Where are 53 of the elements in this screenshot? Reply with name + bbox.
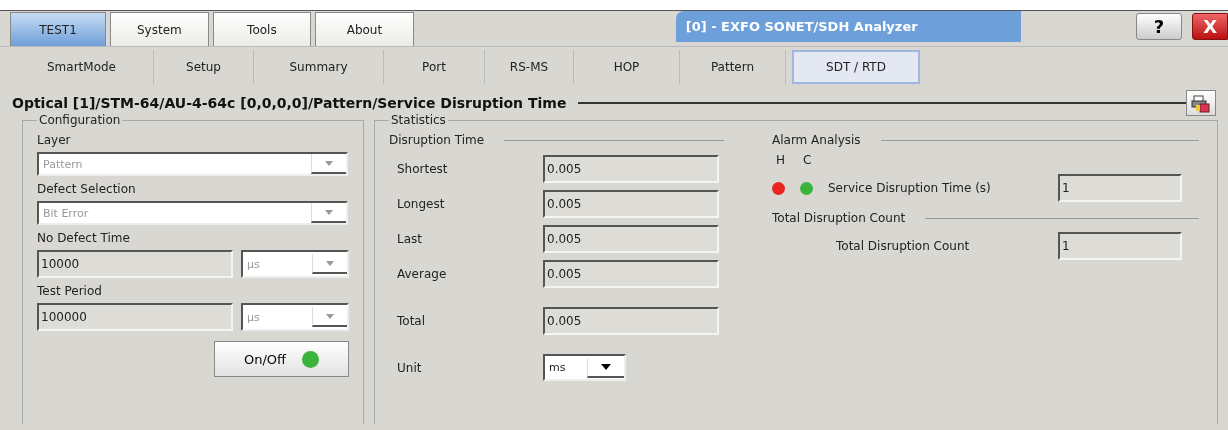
section-title: Alarm Analysis: [772, 133, 861, 147]
value-field: 0.005: [543, 189, 719, 218]
field-label: Last: [396, 231, 423, 246]
caret-icon: [311, 203, 346, 223]
sub-tab[interactable]: HOP: [574, 50, 680, 84]
top-tab[interactable]: About: [315, 12, 414, 46]
caret-icon: [587, 357, 624, 378]
sub-tab[interactable]: Port: [384, 50, 485, 84]
sub-tab[interactable]: Pattern: [680, 50, 786, 84]
tool-button[interactable]: [1186, 90, 1216, 116]
top-tab[interactable]: System: [110, 12, 209, 46]
value-field[interactable]: 10000: [37, 250, 233, 278]
top-tab[interactable]: TEST1: [10, 12, 107, 46]
field-label: Shortest: [396, 161, 449, 176]
value-field: 0.005: [543, 154, 719, 183]
value-field: 1: [1058, 174, 1182, 202]
field-label: Defect Selection: [37, 182, 137, 196]
help-button[interactable]: ?: [1135, 13, 1183, 40]
group-title: Statistics: [390, 113, 447, 127]
value-field[interactable]: 100000: [37, 303, 233, 331]
field-label: Total: [396, 313, 427, 328]
top-tab[interactable]: Tools: [212, 12, 312, 46]
field-label: Layer: [37, 133, 72, 147]
value-field: 0.005: [543, 224, 719, 253]
value-field: 0.005: [543, 306, 719, 335]
unit-dropdown[interactable]: ms: [543, 354, 626, 381]
field-label: Test Period: [37, 284, 103, 298]
field-label: Unit: [396, 360, 423, 375]
field-label: Total Disruption Count: [836, 239, 971, 253]
printer-icon: [1191, 93, 1211, 113]
sub-tab[interactable]: SDT / RTD: [792, 50, 920, 84]
value-field: 1: [1058, 232, 1182, 260]
caret-icon: [312, 307, 347, 327]
field-label: Longest: [396, 196, 446, 211]
window-title: [0] - EXFO SONET/SDH Analyzer: [675, 11, 1021, 42]
sub-tab[interactable]: RS-MS: [485, 50, 574, 84]
caret-icon: [312, 254, 347, 274]
breadcrumb-path: Optical [1]/STM-64/AU-4-64c [0,0,0,0]/Pattern/Service Disruption Time: [12, 95, 567, 111]
sub-tab[interactable]: Setup: [154, 50, 254, 84]
close-button[interactable]: X: [1192, 13, 1228, 40]
value-field: 0.005: [543, 259, 719, 288]
sub-tab[interactable]: Summary: [254, 50, 384, 84]
column-header: H: [776, 153, 786, 167]
on-off-button[interactable]: On/Off: [214, 341, 349, 377]
caret-icon: [311, 154, 346, 174]
field-label: Service Disruption Time (s): [828, 181, 992, 195]
section-title: Disruption Time: [389, 133, 485, 147]
group-title: Configuration: [38, 113, 122, 127]
field-label: No Defect Time: [37, 231, 131, 245]
section-title: Total Disruption Count: [772, 211, 906, 225]
sub-tab[interactable]: SmartMode: [10, 50, 154, 84]
field-label: Average: [396, 266, 448, 281]
column-header: C: [803, 153, 812, 167]
